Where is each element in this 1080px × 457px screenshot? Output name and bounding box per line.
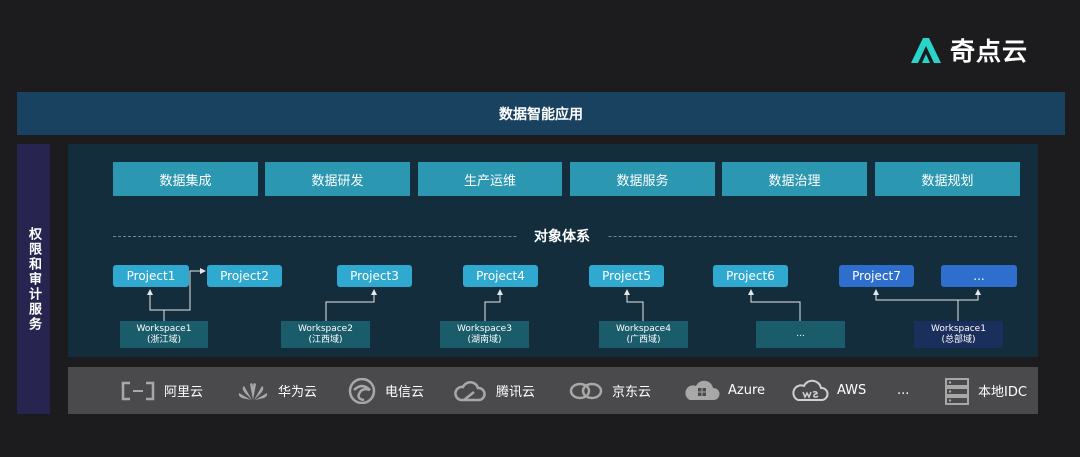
workspace-name: Workspace2 bbox=[298, 323, 353, 334]
cloud-item-azure: Azure bbox=[684, 367, 765, 414]
server-icon bbox=[945, 377, 969, 405]
cloud-infrastructure-bar bbox=[68, 367, 1038, 414]
cloud-label: 华为云 bbox=[278, 385, 318, 400]
app-bar-title: 数据智能应用 bbox=[499, 106, 583, 123]
cloud-item-idc: 本地IDC bbox=[944, 367, 1027, 414]
data-intelligence-app-bar: 数据智能应用 bbox=[17, 92, 1065, 135]
project-box-4: Project4 bbox=[463, 265, 538, 287]
project-box-7: Project7 bbox=[839, 265, 914, 287]
telecom-icon bbox=[348, 377, 376, 404]
cloud-label: 本地IDC bbox=[978, 385, 1027, 400]
workspace-name: Workspace1 bbox=[931, 323, 986, 334]
project-box-more: ... bbox=[941, 265, 1017, 287]
cloud-label: 京东云 bbox=[612, 385, 652, 400]
logo-text: 奇点云 bbox=[950, 37, 1029, 66]
project-box-2: Project2 bbox=[207, 265, 282, 287]
workspace-region: (江西域) bbox=[308, 334, 343, 345]
cloud-label: 电信云 bbox=[385, 385, 425, 400]
capability-box-planning: 数据规划 bbox=[875, 162, 1020, 196]
permission-audit-bar: 权限和审计服务 bbox=[17, 144, 50, 414]
workspace-region: (湖南域) bbox=[467, 334, 502, 345]
cloud-label: AWS bbox=[837, 383, 867, 398]
cloud-label: Azure bbox=[728, 383, 766, 398]
cloud-item-more: ... bbox=[897, 367, 909, 414]
cloud-item-jdcloud: 京东云 bbox=[568, 367, 651, 414]
workspace-region: (浙江域) bbox=[146, 334, 182, 345]
workspace-name: Workspace4 bbox=[616, 323, 671, 334]
workspace-box-guangxi: Workspace4 (广西域) bbox=[599, 321, 688, 348]
capability-box-integration: 数据集成 bbox=[113, 162, 258, 196]
project-box-3: Project3 bbox=[337, 265, 412, 287]
permission-audit-title: 权限和审计服务 bbox=[26, 226, 41, 332]
cloud-item-aliyun: 阿里云 bbox=[120, 367, 203, 414]
huawei-icon bbox=[238, 382, 268, 400]
cloud-label: 阿里云 bbox=[164, 385, 204, 400]
logo-icon bbox=[911, 38, 941, 63]
azure-icon bbox=[685, 380, 720, 400]
workspace-region: (总部域) bbox=[941, 334, 976, 345]
capability-box-governance: 数据治理 bbox=[722, 162, 867, 196]
project-box-6: Project6 bbox=[713, 265, 788, 287]
object-system-title: 对象体系 bbox=[517, 226, 607, 246]
workspace-name: Workspace1 bbox=[136, 323, 192, 334]
cloud-item-tencent: 腾讯云 bbox=[452, 367, 535, 414]
project-box-1: Project1 bbox=[113, 265, 189, 287]
workspace-box-more: ... bbox=[756, 321, 845, 348]
cloud-item-telecom: 电信云 bbox=[347, 367, 424, 414]
workspace-name: ... bbox=[796, 329, 805, 339]
jdcloud-icon bbox=[569, 382, 603, 399]
workspace-box-jiangxi: Workspace2 (江西域) bbox=[281, 321, 370, 348]
tencent-icon bbox=[454, 380, 486, 401]
capability-box-service: 数据服务 bbox=[570, 162, 715, 196]
capability-box-operations: 生产运维 bbox=[418, 162, 562, 196]
workspace-name: Workspace3 bbox=[457, 323, 512, 334]
capability-box-development: 数据研发 bbox=[265, 162, 410, 196]
project-box-5: Project5 bbox=[589, 265, 664, 287]
workspace-region: (广西域) bbox=[626, 334, 661, 345]
cloud-item-huawei: 华为云 bbox=[236, 367, 317, 414]
cloud-label: ... bbox=[897, 383, 910, 398]
aliyun-icon bbox=[121, 381, 155, 400]
workspace-box-zhejiang: Workspace1 (浙江域) bbox=[120, 321, 208, 348]
brand-logo: 奇点云 bbox=[908, 34, 1028, 66]
cloud-label: 腾讯云 bbox=[496, 385, 536, 400]
workspace-box-hunan: Workspace3 (湖南域) bbox=[440, 321, 529, 348]
aws-icon bbox=[792, 379, 829, 401]
workspace-box-headquarters: Workspace1 (总部域) bbox=[914, 321, 1003, 348]
cloud-item-aws: AWS bbox=[791, 367, 866, 414]
